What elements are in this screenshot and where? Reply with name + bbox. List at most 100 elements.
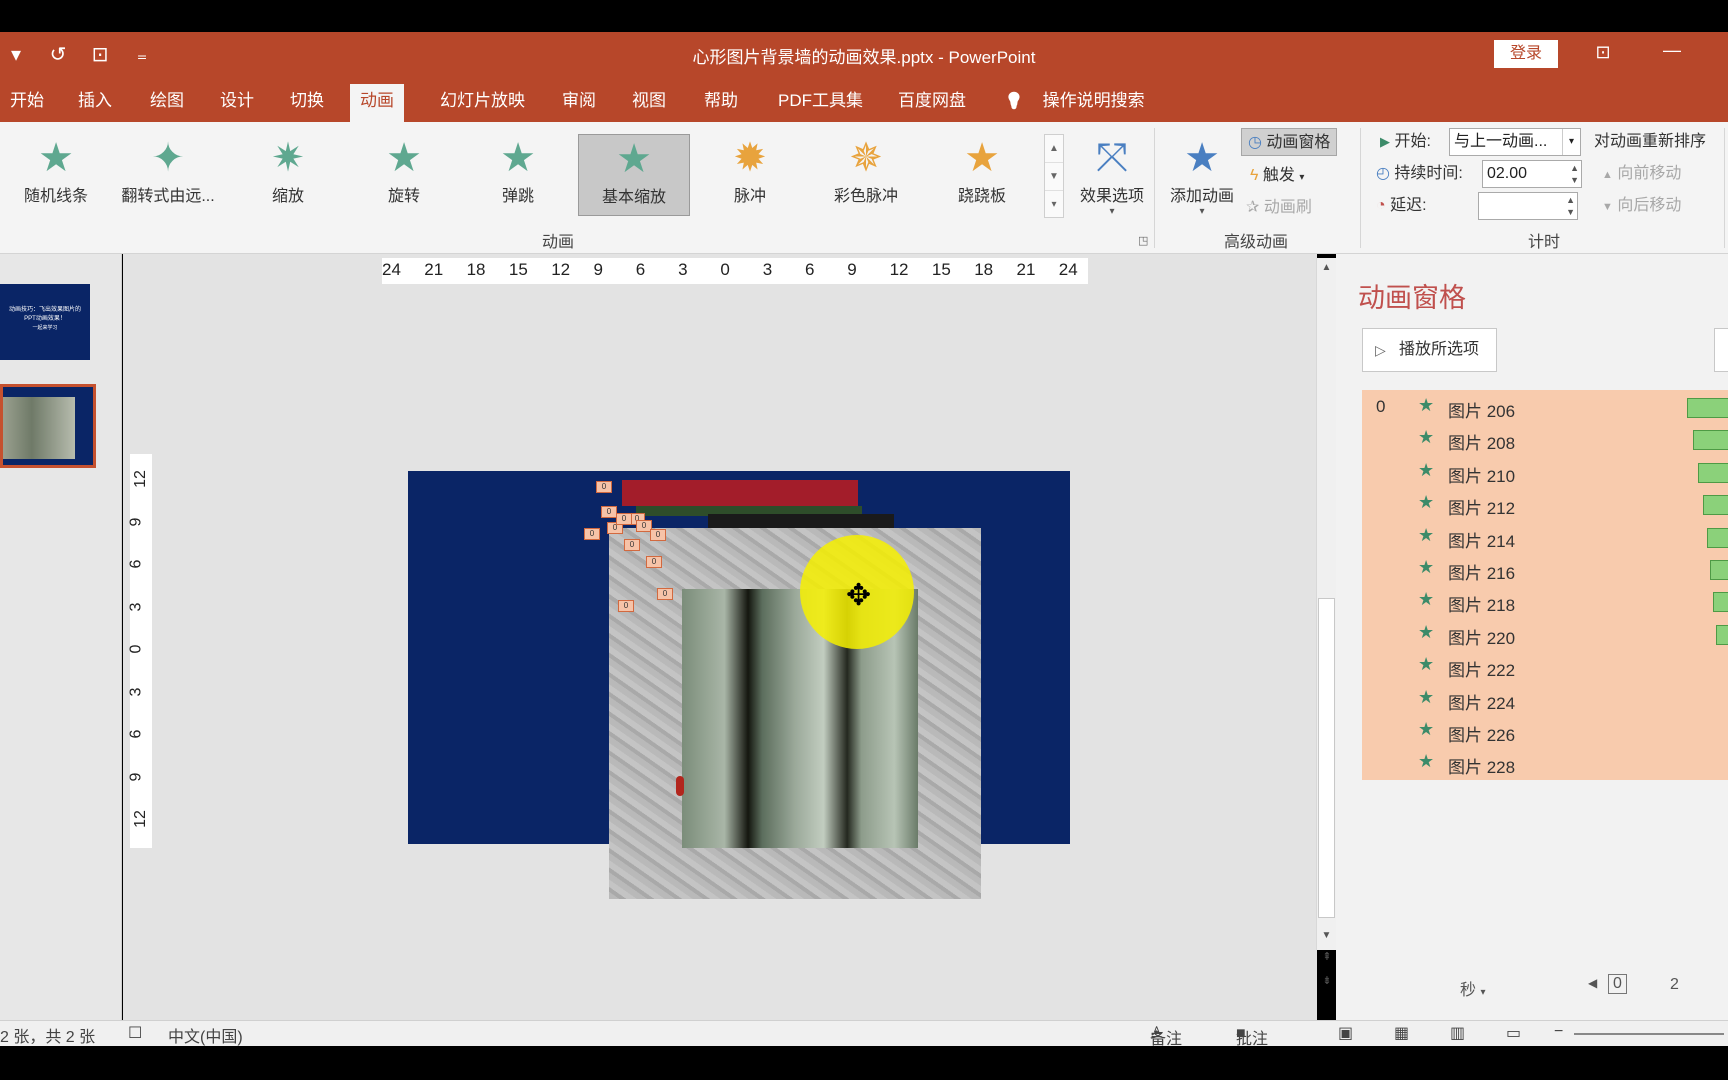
slide-thumbnail-1[interactable]: 动画技巧：飞出效果图片的 PPT动画效果！ 一起来学习: [0, 284, 90, 360]
animation-effect-7[interactable]: ✹ 脉冲: [694, 134, 806, 216]
timing-bar[interactable]: [1698, 462, 1728, 483]
tab-7[interactable]: 幻灯片放映: [430, 84, 535, 122]
move-earlier-button[interactable]: ▲ 向前移动: [1602, 160, 1681, 188]
animation-list-item[interactable]: ★ 图片 210: [1362, 456, 1728, 488]
ribbon-display-options-icon[interactable]: ⊡: [1592, 42, 1614, 64]
add-animation-button[interactable]: ★ 添加动画 ▾: [1162, 134, 1242, 217]
animation-order-tag[interactable]: 0: [616, 513, 632, 525]
scroll-thumb[interactable]: [1318, 598, 1335, 918]
animation-list-item[interactable]: ★ 图片 216: [1362, 553, 1728, 585]
timing-bar[interactable]: [1712, 592, 1728, 613]
login-button[interactable]: 登录: [1494, 40, 1558, 68]
animation-order-tag[interactable]: 0: [618, 600, 634, 612]
gallery-more-icon[interactable]: ▾: [1045, 191, 1063, 219]
start-select[interactable]: 与上一动画... ▾: [1449, 128, 1581, 156]
animation-effect-2[interactable]: ✦ 翻转式由远...: [112, 134, 224, 216]
animation-effect-5[interactable]: ★ 弹跳: [462, 134, 574, 216]
delay-clock-icon: ◔: [1376, 197, 1386, 214]
animation-order-tag[interactable]: 0: [596, 481, 612, 493]
next-slide-icon[interactable]: ⇟: [1318, 974, 1336, 987]
tab-8[interactable]: 审阅: [552, 84, 606, 122]
animation-effect-4[interactable]: ★ 旋转: [348, 134, 460, 216]
animation-list-item[interactable]: ★ 图片 228: [1362, 747, 1728, 779]
animation-list-item[interactable]: ★ 图片 212: [1362, 488, 1728, 520]
tab-1[interactable]: 开始: [0, 84, 54, 122]
play-selected-button[interactable]: ▷ 播放所选项: [1362, 328, 1497, 372]
tab-12[interactable]: 百度网盘: [888, 84, 976, 122]
animation-list-item[interactable]: ★ 图片 220: [1362, 618, 1728, 650]
animation-order-tag[interactable]: 0: [650, 529, 666, 541]
animation-painter-button[interactable]: ✰ 动画刷: [1246, 194, 1312, 222]
scroll-up-icon[interactable]: ▲: [1317, 262, 1336, 273]
move-later-button[interactable]: ▼ 向后移动: [1602, 192, 1681, 220]
gallery-scroll[interactable]: ▲ ▼ ▾: [1044, 134, 1064, 218]
animation-effect-3[interactable]: ✷ 缩放: [232, 134, 344, 216]
animation-list-item[interactable]: ★ 图片 214: [1362, 521, 1728, 553]
animation-order-tag[interactable]: 0: [601, 506, 617, 518]
animation-pane-button[interactable]: ◷ 动画窗格: [1241, 128, 1338, 156]
timing-bar[interactable]: [1707, 527, 1728, 548]
gallery-down-icon[interactable]: ▼: [1045, 163, 1063, 191]
duration-input[interactable]: 02.00 ▲ ▼: [1482, 160, 1582, 188]
tab-6[interactable]: 动画: [350, 84, 404, 122]
minimize-icon[interactable]: —: [1660, 40, 1684, 62]
spinner-icon[interactable]: ▲ ▼: [1570, 162, 1579, 186]
animation-list-item[interactable]: ★ 图片 222: [1362, 650, 1728, 682]
tab-4[interactable]: 设计: [210, 84, 264, 122]
zoom-out-icon[interactable]: −: [1554, 1023, 1563, 1041]
animation-list-item[interactable]: ★ 图片 218: [1362, 585, 1728, 617]
tab-9[interactable]: 视图: [622, 84, 676, 122]
slide-thumbnail-2[interactable]: [0, 384, 96, 468]
reading-view-icon[interactable]: ▥: [1450, 1023, 1465, 1043]
delay-input[interactable]: ▲ ▼: [1478, 192, 1578, 220]
tab-2[interactable]: 插入: [68, 84, 122, 122]
slideshow-icon[interactable]: ▭: [1506, 1023, 1521, 1043]
image-strip[interactable]: [622, 480, 858, 506]
editor-scrollbar[interactable]: ▲ ▼: [1316, 258, 1336, 950]
animation-order-tag[interactable]: 0: [646, 556, 662, 568]
prev-slide-icon[interactable]: ⇞: [1318, 950, 1336, 963]
spellcheck-icon[interactable]: ☐: [128, 1023, 142, 1043]
image-strip[interactable]: [708, 514, 894, 528]
animation-list-item[interactable]: 0 ★ 图片 206: [1362, 391, 1728, 423]
normal-view-icon[interactable]: ▣: [1338, 1023, 1353, 1043]
spinner-icon[interactable]: ▲ ▼: [1566, 194, 1575, 218]
tab-11[interactable]: PDF工具集: [768, 84, 873, 122]
tab-3[interactable]: 绘图: [140, 84, 194, 122]
animation-pane-icon: ◷: [1248, 134, 1262, 151]
timing-bar[interactable]: [1715, 624, 1728, 645]
timeline-left-icon[interactable]: ◀: [1588, 976, 1597, 990]
move-cursor-icon: ✥: [846, 579, 872, 612]
pane-options-button[interactable]: [1714, 328, 1728, 372]
animation-effect-9[interactable]: ★ 跷跷板: [926, 134, 1038, 216]
tell-me-search[interactable]: 💡 操作说明搜索: [1004, 84, 1145, 118]
animation-list-item[interactable]: ★ 图片 224: [1362, 683, 1728, 715]
ruler-tick: 9: [127, 772, 145, 781]
tab-5[interactable]: 切换: [280, 84, 334, 122]
dialog-launcher-icon[interactable]: ◳: [1138, 234, 1148, 247]
animation-order-tag[interactable]: 0: [584, 528, 600, 540]
timing-bar[interactable]: [1692, 430, 1728, 451]
animation-list-item[interactable]: ★ 图片 226: [1362, 715, 1728, 747]
animation-effect-6[interactable]: ★ 基本缩放: [578, 134, 690, 216]
tab-10[interactable]: 帮助: [694, 84, 748, 122]
timing-bar[interactable]: [1702, 495, 1728, 516]
animation-list-item[interactable]: ★ 图片 208: [1362, 423, 1728, 455]
effect-options-button[interactable]: ⤧ 效果选项 ▾: [1066, 134, 1158, 217]
animation-effect-8[interactable]: ✵ 彩色脉冲: [810, 134, 922, 216]
timing-bar[interactable]: [1710, 560, 1728, 580]
trigger-button[interactable]: ϟ 触发 ▾: [1250, 162, 1304, 190]
animation-target-name: 图片 218: [1448, 596, 1516, 616]
gallery-up-icon[interactable]: ▲: [1045, 135, 1063, 163]
animation-order-tag[interactable]: 0: [657, 588, 673, 600]
seconds-dropdown[interactable]: 秒 ▾: [1460, 976, 1486, 1000]
timing-bar[interactable]: [1687, 398, 1728, 418]
lightning-icon: ϟ: [1250, 167, 1259, 184]
animation-order-tag[interactable]: 0: [624, 539, 640, 551]
scroll-down-icon[interactable]: ▼: [1317, 930, 1336, 941]
zoom-slider[interactable]: [1574, 1033, 1724, 1035]
animation-star-icon: ✹: [733, 136, 767, 180]
slide-sorter-icon[interactable]: ▦: [1394, 1023, 1409, 1043]
language[interactable]: 中文(中国): [168, 1023, 243, 1047]
animation-effect-1[interactable]: ★ 随机线条: [0, 134, 112, 216]
